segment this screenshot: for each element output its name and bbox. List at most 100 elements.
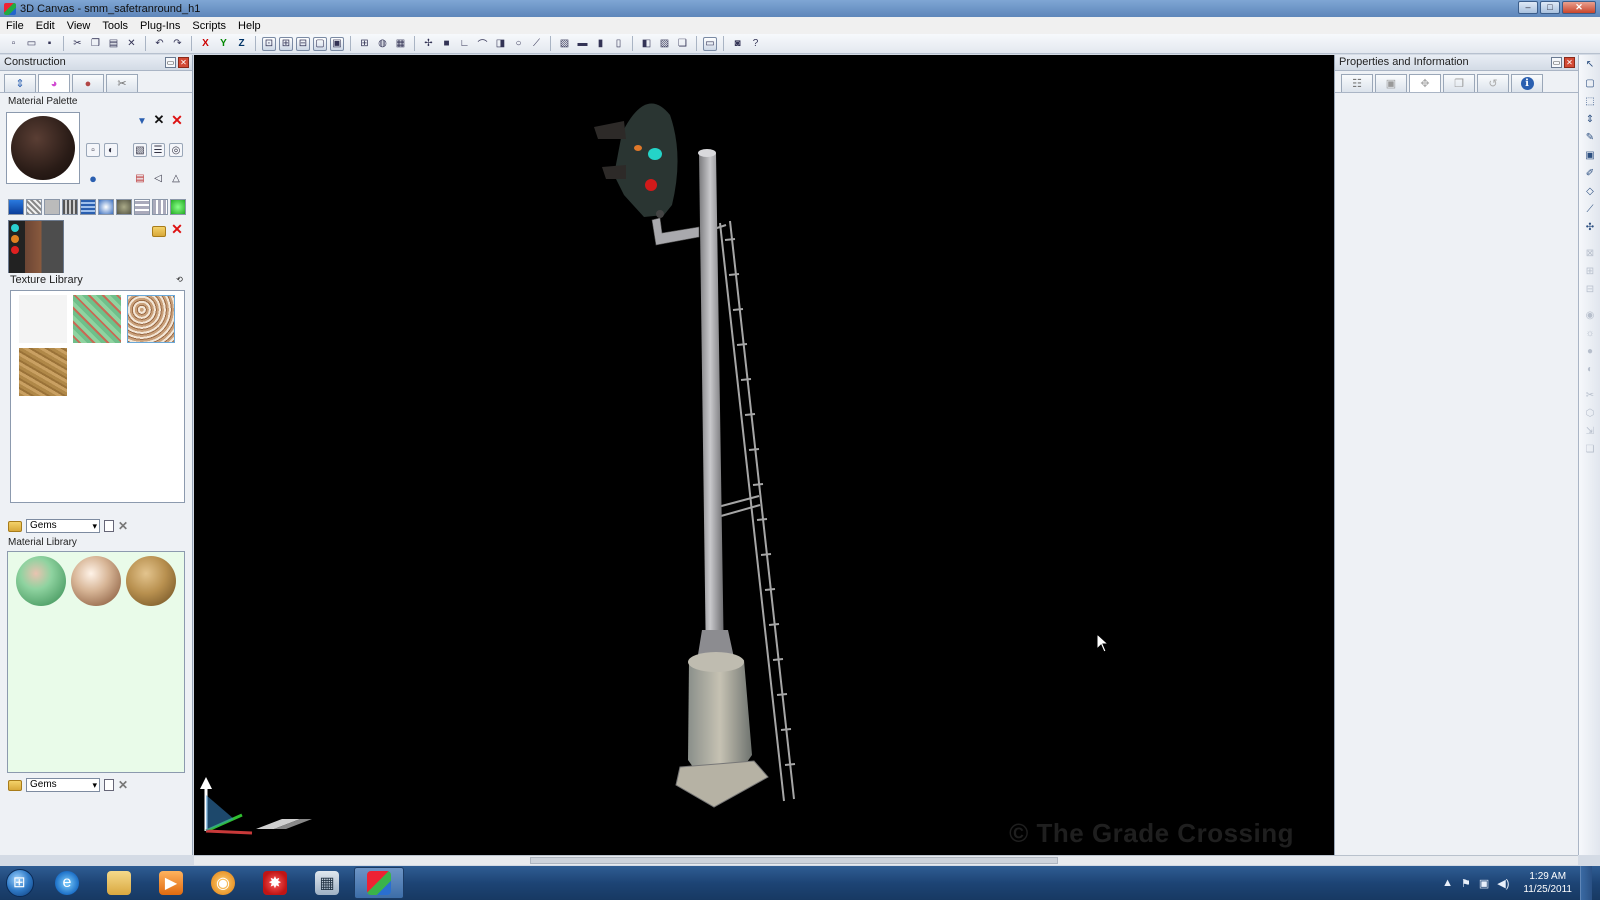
mapping-stripe-icon[interactable] [62,199,78,215]
taskbar-clock[interactable]: 1:29 AM 11/25/2011 [1523,870,1572,896]
taskbar-media-player[interactable]: ▶ [146,867,196,899]
merge-icon[interactable]: ❏ [1583,443,1597,457]
image-icon[interactable]: ▨ [657,36,672,51]
select-box-icon[interactable]: ▢ [1583,77,1597,91]
save-icon[interactable]: ▪ [42,36,57,51]
menu-view[interactable]: View [67,20,91,32]
texture-folder-select[interactable]: Gems [26,519,100,533]
horizontal-scrollbar[interactable] [194,855,1578,865]
start-button[interactable] [0,866,40,900]
plugin-icon[interactable]: ◙ [730,36,745,51]
map-icon[interactable]: ▤ [133,171,147,185]
panel-close-button[interactable]: ✕ [178,57,189,68]
panel-restore-button[interactable]: ▭ [165,57,176,68]
delete-texture-icon[interactable]: ✕ [118,519,128,533]
material-sand[interactable] [126,556,176,606]
mapping-gray-icon[interactable] [44,199,60,215]
scale-icon[interactable]: ⊠ [1583,247,1597,261]
wand-icon[interactable]: ✎ [1583,131,1597,145]
disc-tool-icon[interactable]: ◐ [1583,363,1597,377]
material-texture-thumbnail[interactable] [8,220,64,276]
network-icon[interactable]: ▣ [1479,877,1489,890]
close-button[interactable]: ✕ [1562,1,1596,14]
dropper-icon[interactable]: ▼ [135,114,149,128]
torus-icon[interactable]: ◎ [169,143,183,157]
mapping-columns-icon[interactable] [152,199,168,215]
bone-icon[interactable]: ✢ [421,36,436,51]
axis-z-button[interactable]: Z [234,36,249,51]
taskbar-windows-explorer[interactable] [94,867,144,899]
view-eye-icon[interactable]: ◉ [1583,309,1597,323]
tab-object[interactable]: ▣ [1375,74,1407,92]
new-material-lib-icon[interactable] [104,779,114,791]
knife-icon[interactable]: ✂ [1583,389,1597,403]
new-file-icon[interactable]: ▫ [6,36,21,51]
tab-materials[interactable]: ● [72,74,104,92]
eyedropper-icon[interactable]: ⟋ [1583,203,1597,217]
axis-x-button[interactable]: X [198,36,213,51]
show-hidden-icons[interactable]: ▲ [1442,877,1453,889]
clear-icon[interactable]: ✕ [152,112,166,127]
render-icon[interactable]: ◧ [639,36,654,51]
undo-icon[interactable]: ↶ [152,36,167,51]
taskbar-paint-splat[interactable]: ✸ [250,867,300,899]
properties-close-button[interactable]: ✕ [1564,57,1575,68]
texture-icon[interactable]: ▧ [557,36,572,51]
marker-icon[interactable]: ▯ [611,36,626,51]
zoom-window-icon[interactable]: ⊟ [296,36,310,51]
tab-history[interactable]: ↺ [1477,74,1509,92]
open-folder-icon[interactable]: ▭ [24,36,39,51]
sphere-preview-icon[interactable]: ● [86,171,100,186]
menu-file[interactable]: File [6,20,24,32]
scrollbar-thumb[interactable] [530,857,1058,864]
copy-icon[interactable]: ❐ [88,36,103,51]
axes-icon[interactable]: ∟ [457,36,472,51]
select-arrow-icon[interactable]: ↖ [1583,58,1597,72]
pivot-icon[interactable]: ✣ [1583,221,1597,235]
texture-gravel[interactable] [127,295,175,343]
current-material-swatch[interactable] [6,112,80,184]
window-layout-icon[interactable]: ▭ [703,36,717,51]
paint-icon[interactable]: ✐ [1583,167,1597,181]
remove-texture-icon[interactable]: ✕ [170,221,184,237]
minimize-button[interactable]: – [1518,1,1538,14]
menu-help[interactable]: Help [238,20,261,32]
mapping-lines-icon[interactable] [134,199,150,215]
show-desktop-button[interactable] [1580,866,1592,900]
cut-icon[interactable]: ✂ [70,36,85,51]
delete-icon[interactable]: ✕ [124,36,139,51]
maximize-button[interactable]: □ [1540,1,1560,14]
frame-icon[interactable]: ▣ [330,36,344,51]
grid-icon[interactable]: ⊞ [357,36,372,51]
mapping-green-icon[interactable] [170,199,186,215]
fit-view-icon[interactable]: ▢ [313,36,327,51]
bevel-icon[interactable]: ⬡ [1583,407,1597,421]
brush-icon[interactable]: ▬ [575,36,590,51]
taskbar-blender[interactable]: ◉ [198,867,248,899]
mesh-icon[interactable]: ▦ [393,36,408,51]
properties-restore-button[interactable]: ▭ [1551,57,1562,68]
fill-icon[interactable]: ▣ [1583,149,1597,163]
material-green-speckle[interactable] [16,556,66,606]
zoom-selected-icon[interactable]: ⊞ [279,36,293,51]
texture-folder-icon[interactable] [8,520,22,532]
material-gravel[interactable] [71,556,121,606]
mapping-bump-icon[interactable] [116,199,132,215]
cube-shaded-icon[interactable]: ■ [439,36,454,51]
menu-edit[interactable]: Edit [36,20,55,32]
delete-material-icon[interactable]: ✕ [170,112,184,128]
pencil-icon[interactable]: ▮ [593,36,608,51]
zoom-extents-icon[interactable]: ⊡ [262,36,276,51]
material-folder-icon[interactable] [8,779,22,791]
action-center-flag-icon[interactable]: ⚑ [1461,877,1471,890]
texture-sand[interactable] [19,348,67,396]
tab-transform[interactable]: ✥ [1409,74,1441,92]
curve-icon[interactable]: ⌒ [475,36,490,51]
lamp-icon[interactable]: ☼ [1583,327,1597,341]
extrude-icon[interactable]: ⇲ [1583,425,1597,439]
tab-colors[interactable]: ◕ [38,74,70,92]
layers-icon[interactable]: ❏ [675,36,690,51]
tab-info[interactable]: ℹ [1511,74,1543,92]
eraser-icon[interactable]: ◇ [1583,185,1597,199]
texture-library-refresh-icon[interactable]: ⟲ [174,275,185,286]
